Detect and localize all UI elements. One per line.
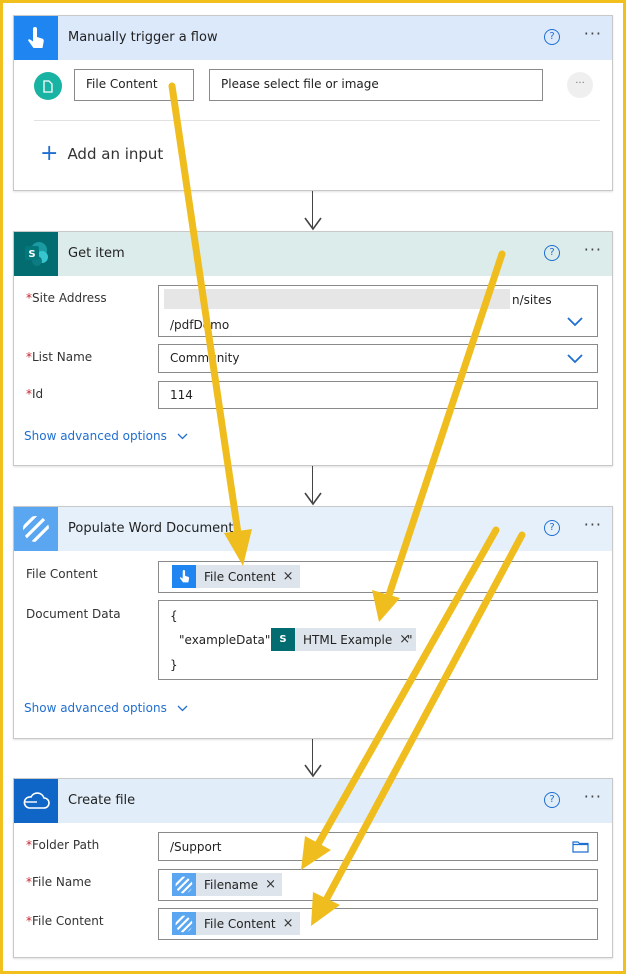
- document-data-label: Document Data: [26, 607, 121, 621]
- down-arrow-icon: [304, 764, 322, 778]
- chevron-down-icon[interactable]: [567, 354, 583, 364]
- striped-circle-icon: [172, 912, 196, 935]
- svg-text:S: S: [28, 249, 35, 260]
- striped-circle-icon: [23, 516, 49, 542]
- sharepoint-icon: S: [271, 628, 295, 651]
- file-content-token[interactable]: File Content ×: [172, 565, 300, 588]
- file-content-token[interactable]: File Content ×: [172, 912, 300, 935]
- more-options-icon[interactable]: ···: [584, 515, 602, 534]
- file-content-field[interactable]: File Content ×: [158, 908, 598, 940]
- trigger-input-avatar: [34, 72, 62, 100]
- trigger-card: Manually trigger a flow ? ··· File Conte…: [13, 15, 613, 191]
- hand-pointer-icon: [172, 565, 196, 588]
- get-item-header[interactable]: S Get item ? ···: [14, 232, 612, 276]
- document-icon: [43, 79, 53, 93]
- plumsail-icon-tile: [14, 507, 58, 551]
- token-remove-icon[interactable]: ×: [265, 877, 276, 892]
- redacted-url: [164, 289, 510, 309]
- document-data-field[interactable]: { "exampleData": " S HTML Example × " }: [158, 600, 598, 680]
- chevron-down-icon[interactable]: [567, 317, 583, 327]
- trigger-input-name[interactable]: File Content: [74, 69, 194, 101]
- folder-path-field[interactable]: /Support: [158, 832, 598, 861]
- html-example-token[interactable]: S HTML Example ×: [271, 628, 417, 651]
- striped-circle-icon: [172, 873, 196, 896]
- get-item-title: Get item: [68, 246, 125, 261]
- hand-pointer-icon: [28, 27, 44, 48]
- chevron-down-icon: [177, 433, 188, 440]
- show-advanced-options-link[interactable]: Show advanced options: [24, 701, 188, 715]
- trigger-header[interactable]: Manually trigger a flow ? ···: [14, 16, 612, 60]
- trigger-input-value[interactable]: Please select file or image: [209, 69, 543, 101]
- list-name-field[interactable]: Community: [158, 344, 598, 373]
- file-content-label: *File Content: [26, 914, 104, 928]
- trigger-icon-tile: [14, 16, 58, 60]
- cloud-icon: [23, 792, 50, 809]
- folder-icon[interactable]: [572, 840, 589, 853]
- folder-path-label: *Folder Path: [26, 838, 100, 852]
- site-address-label: *Site Address: [26, 291, 107, 305]
- site-address-field[interactable]: n/sites /pdfDemo: [158, 285, 598, 337]
- id-label: *Id: [26, 387, 44, 401]
- more-options-icon[interactable]: ···: [584, 787, 602, 806]
- create-file-card: Create file ? ··· *Folder Path /Support …: [13, 778, 613, 958]
- help-icon[interactable]: ?: [544, 29, 560, 45]
- file-name-label: *File Name: [26, 875, 92, 889]
- filename-token[interactable]: Filename ×: [172, 873, 283, 896]
- populate-word-card: Populate Word Document ? ··· File Conten…: [13, 506, 613, 739]
- help-icon[interactable]: ?: [544, 520, 560, 536]
- more-options-icon[interactable]: ···: [584, 240, 602, 259]
- sharepoint-icon: S: [25, 242, 48, 266]
- token-remove-icon[interactable]: ×: [283, 569, 294, 584]
- more-options-icon[interactable]: ···: [584, 24, 602, 43]
- sharepoint-icon-tile: S: [14, 232, 58, 276]
- list-name-label: *List Name: [26, 350, 93, 364]
- file-content-field[interactable]: File Content ×: [158, 561, 598, 593]
- populate-word-title: Populate Word Document: [68, 521, 234, 536]
- down-arrow-icon: [304, 217, 322, 231]
- token-remove-icon[interactable]: ×: [283, 916, 294, 931]
- file-content-label: File Content: [26, 567, 98, 581]
- trigger-title: Manually trigger a flow: [68, 30, 218, 45]
- populate-word-header[interactable]: Populate Word Document ? ···: [14, 507, 612, 551]
- divider: [34, 120, 600, 121]
- create-file-title: Create file: [68, 793, 136, 808]
- onedrive-icon-tile: [14, 779, 58, 823]
- create-file-header[interactable]: Create file ? ···: [14, 779, 612, 823]
- help-icon[interactable]: ?: [544, 245, 560, 261]
- show-advanced-options-link[interactable]: Show advanced options: [24, 429, 188, 443]
- file-name-field[interactable]: Filename ×: [158, 869, 598, 901]
- help-icon[interactable]: ?: [544, 792, 560, 808]
- add-input-label: Add an input: [67, 145, 164, 163]
- get-item-card: S Get item ? ··· *Site Address n/sites /…: [13, 231, 613, 466]
- down-arrow-icon: [304, 492, 322, 506]
- plus-icon: +: [40, 141, 59, 166]
- id-field[interactable]: 114: [158, 381, 598, 409]
- chevron-down-icon: [177, 705, 188, 712]
- add-input-button[interactable]: + Add an input: [40, 141, 164, 166]
- trigger-input-more-button[interactable]: ···: [567, 72, 593, 98]
